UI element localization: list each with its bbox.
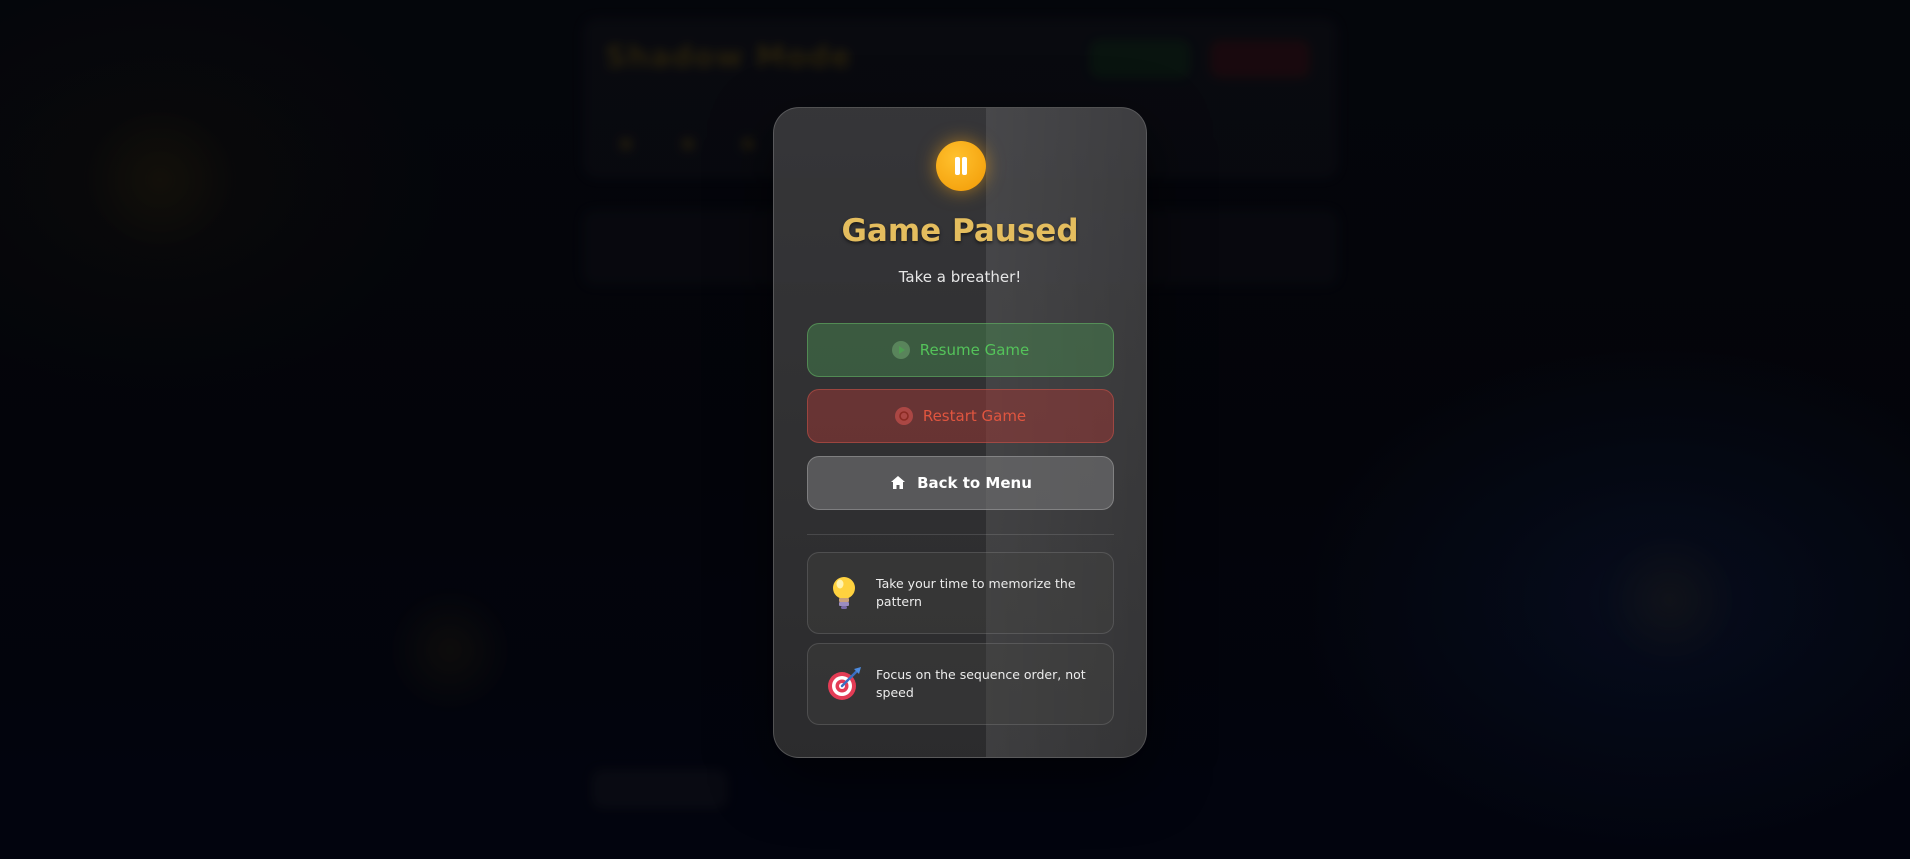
resume-label: Resume Game	[919, 341, 1030, 359]
restart-label: Restart Game	[922, 407, 1027, 425]
restart-game-button[interactable]: Restart Game	[807, 389, 1114, 443]
tip-card: Take your time to memorize the pattern	[807, 552, 1114, 634]
dialog-subtitle: Take a breather!	[898, 268, 1022, 286]
target-icon	[824, 664, 864, 704]
lightbulb-icon	[824, 573, 864, 613]
game-screen: Shadow Mode Game Paused Take a breather!…	[0, 0, 1910, 859]
tip-card: Focus on the sequence order, not speed	[807, 643, 1114, 725]
divider	[807, 534, 1114, 535]
pause-icon	[936, 141, 986, 191]
menu-label: Back to Menu	[917, 474, 1032, 492]
play-icon	[891, 341, 910, 359]
resume-game-button[interactable]: Resume Game	[807, 323, 1114, 377]
tip-text: Take your time to memorize the pattern	[876, 576, 1076, 609]
dialog-title: Game Paused	[841, 213, 1079, 249]
back-to-menu-button[interactable]: Back to Menu	[807, 456, 1114, 510]
home-icon	[889, 474, 907, 492]
pause-dialog: Game Paused Take a breather! Resume Game…	[773, 107, 1147, 758]
restart-icon	[894, 407, 913, 425]
tip-text: Focus on the sequence order, not speed	[876, 667, 1086, 700]
